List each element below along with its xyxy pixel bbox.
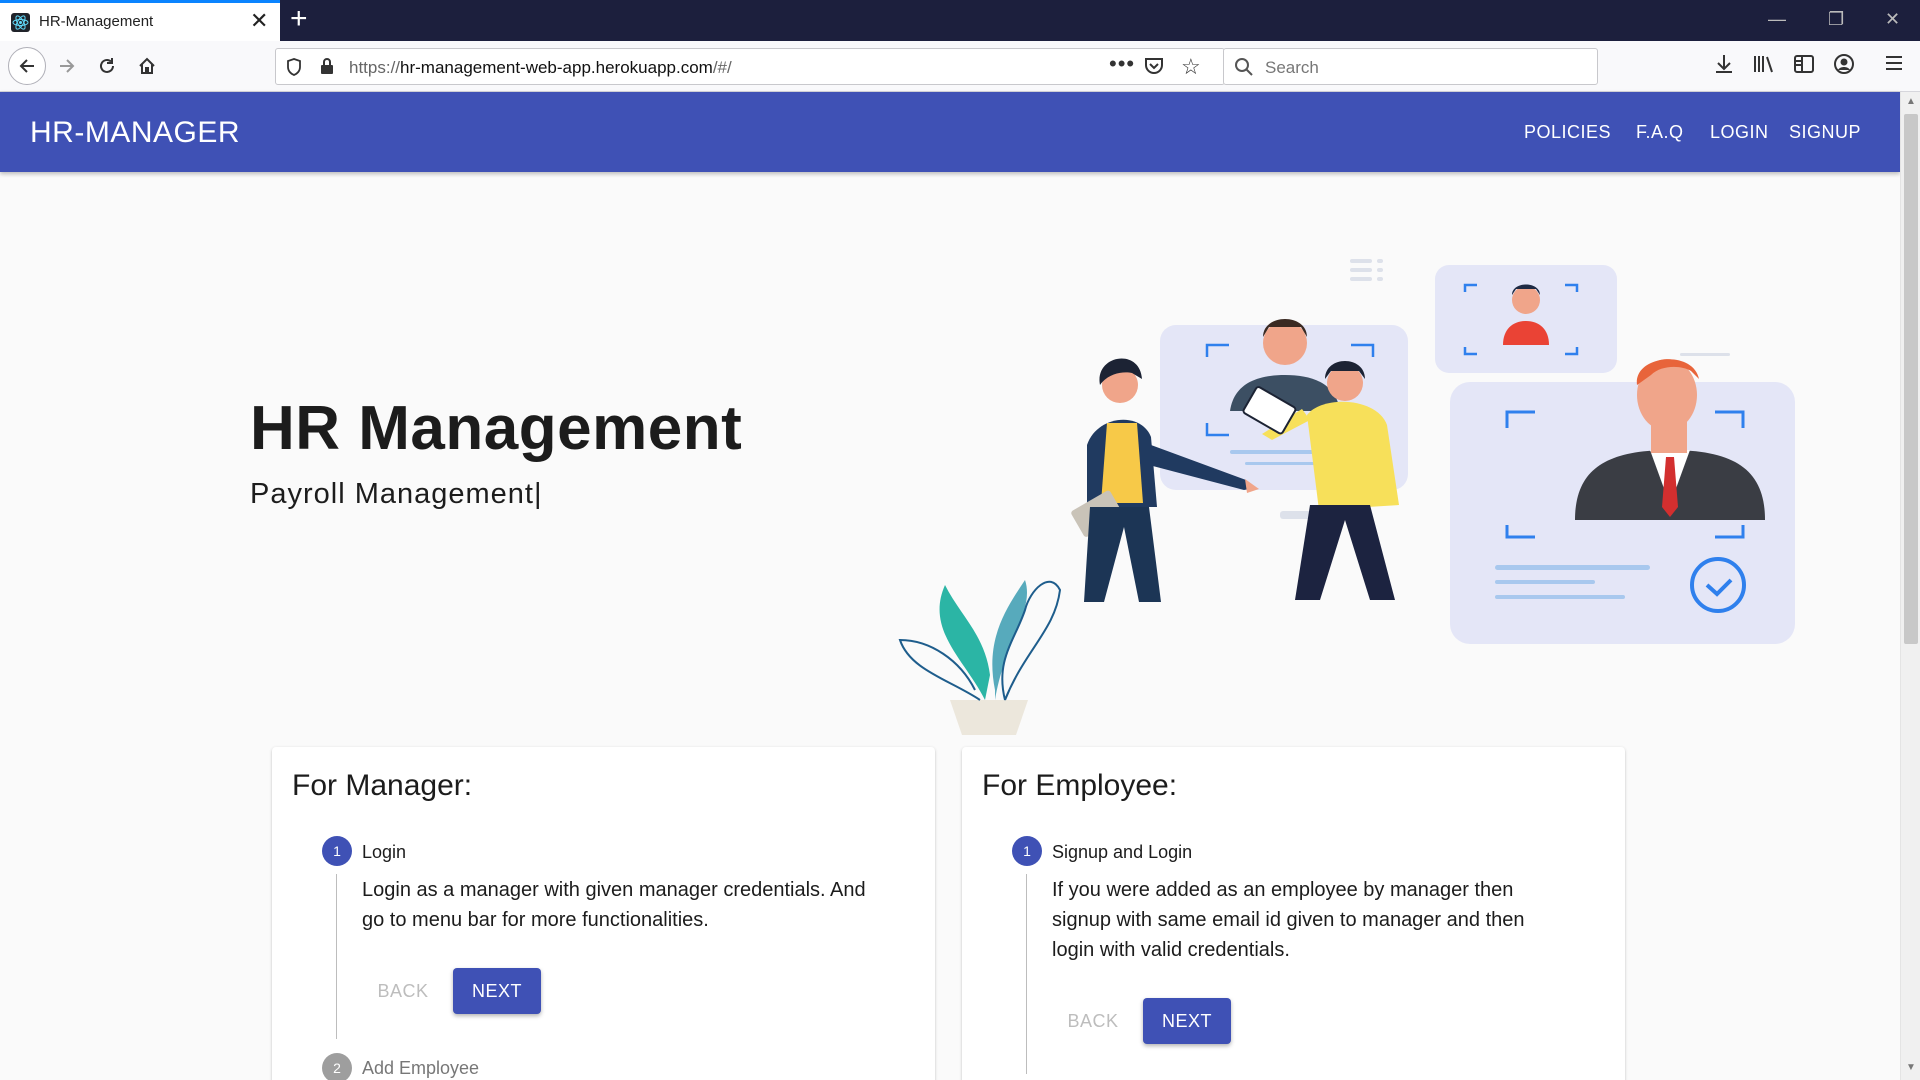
nav-link-faq[interactable]: F.A.Q [1636,122,1684,143]
manager-back-button[interactable]: BACK [363,969,443,1013]
restore-icon[interactable]: ❐ [1828,10,1844,28]
browser-tab-strip: HR-Management ✕ + — ❐ ✕ [0,0,1920,41]
typewriter-text: Payroll Management [250,478,534,510]
manager-step-1-icon: 1 [322,836,352,866]
library-icon[interactable] [1752,53,1776,80]
page-actions-icon[interactable]: ••• [1109,51,1135,77]
home-icon [139,57,155,74]
manager-card-heading: For Manager: [292,769,473,802]
bookmark-star-icon[interactable]: ☆ [1181,54,1201,80]
tracking-shield-icon[interactable] [286,58,302,81]
browser-toolbar: https://hr-management-web-app.herokuapp.… [0,41,1920,92]
app-brand[interactable]: HR-MANAGER [30,116,240,150]
employee-step-1-label: Signup and Login [1052,842,1193,862]
home-button[interactable] [130,49,164,83]
manager-step-2-label: Add Employee [362,1058,480,1078]
employee-step-connector [1026,874,1027,1074]
hr-team-illustration [898,259,1795,735]
employee-guide-card: For Employee: 1 Signup and Login If you … [962,747,1625,1080]
manager-guide-card: For Manager: 1 Login Login as a manager … [272,747,935,1080]
typewriter-caret: | [533,478,543,510]
employee-step-1-icon: 1 [1012,836,1042,866]
employee-card-heading: For Employee: [982,769,1178,802]
back-arrow-icon [19,59,34,73]
tab-close-icon[interactable]: ✕ [250,10,268,32]
window-close-icon[interactable]: ✕ [1885,10,1900,28]
sidebar-toggle-icon[interactable] [1793,53,1815,80]
reload-icon [100,58,114,73]
employee-next-button[interactable]: NEXT [1143,998,1231,1044]
address-bar[interactable]: https://hr-management-web-app.herokuapp.… [275,48,1225,85]
browser-tab[interactable]: HR-Management ✕ [0,0,280,41]
employee-back-button[interactable]: BACK [1053,999,1133,1043]
pocket-icon[interactable] [1144,57,1164,80]
lock-icon[interactable] [319,57,335,80]
scrollbar-thumb[interactable] [1904,114,1918,644]
search-icon [1234,57,1254,82]
back-button[interactable] [8,47,46,85]
hero-subtitle: Payroll Management| [250,478,543,511]
page-scrollbar[interactable]: ▲ ▼ [1900,92,1920,1080]
forward-arrow-icon [60,59,75,73]
search-placeholder: Search [1265,58,1319,77]
app-header: HR-MANAGER POLICIES F.A.Q LOGIN SIGNUP [0,92,1900,172]
manager-step-2-icon: 2 [322,1053,352,1080]
hero-title: HR Management [250,394,743,463]
manager-step-connector [336,874,337,1039]
forward-button[interactable] [50,49,84,83]
nav-link-signup[interactable]: SIGNUP [1789,122,1861,143]
scroll-down-icon[interactable]: ▼ [1906,1062,1916,1073]
url-text[interactable]: https://hr-management-web-app.herokuapp.… [349,58,732,78]
new-tab-icon[interactable]: + [290,4,308,34]
menu-icon[interactable] [1884,53,1904,78]
downloads-icon[interactable] [1713,53,1735,80]
manager-step-1-label: Login [362,842,407,862]
nav-link-login[interactable]: LOGIN [1710,122,1769,143]
manager-step-1-description: Login as a manager with given manager cr… [362,879,866,931]
tab-title: HR-Management [39,13,154,30]
employee-step-1-description: If you were added as an employee by mana… [1052,879,1525,961]
scroll-up-icon[interactable]: ▲ [1906,96,1916,107]
react-favicon-icon [11,13,30,32]
account-icon[interactable] [1833,53,1855,80]
reload-button[interactable] [90,49,124,83]
search-bar[interactable]: Search [1223,48,1598,85]
manager-next-button[interactable]: NEXT [453,968,541,1014]
nav-link-policies[interactable]: POLICIES [1524,122,1611,143]
minimize-icon[interactable]: — [1768,10,1786,28]
